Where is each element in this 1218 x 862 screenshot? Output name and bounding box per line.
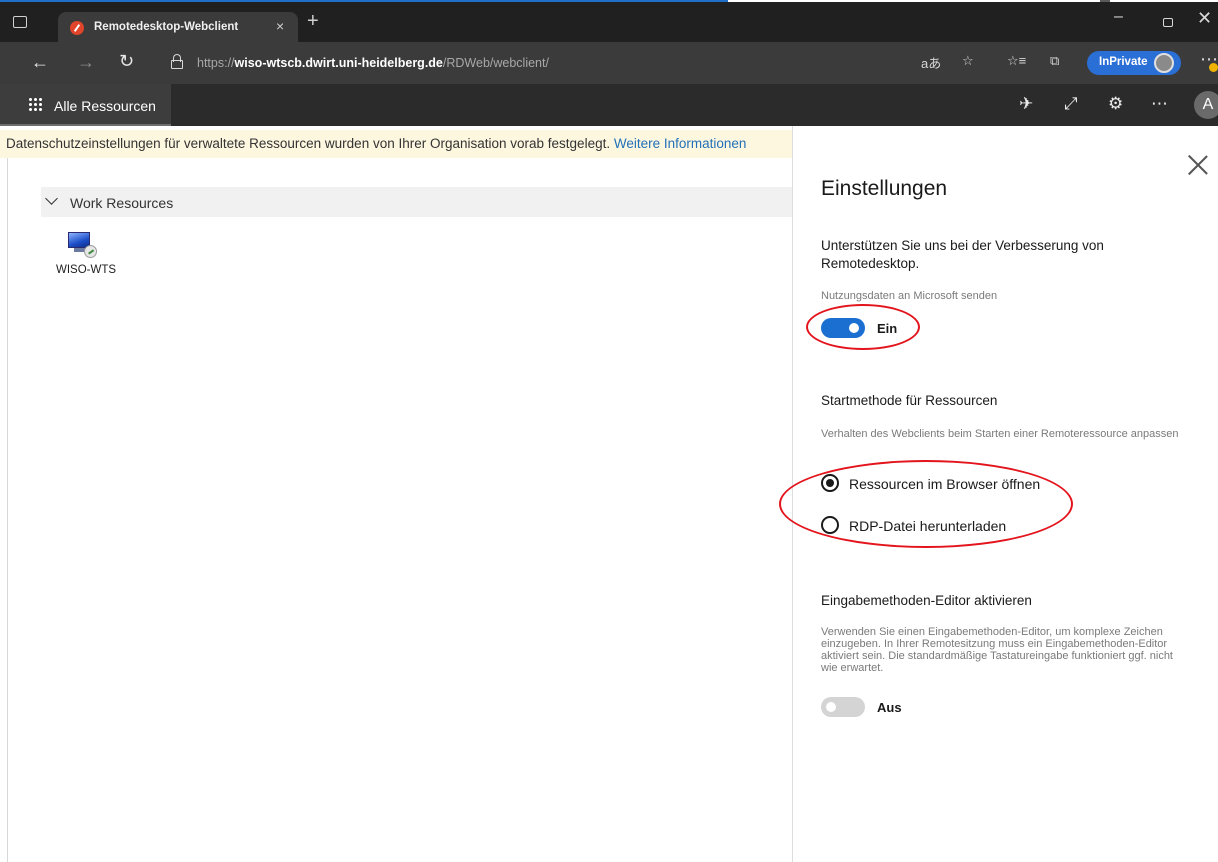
group-label: Work Resources (70, 195, 174, 211)
forward-arrow-icon[interactable]: → (77, 52, 95, 73)
more-info-link[interactable]: Weitere Informationen (614, 136, 747, 151)
tab-close-icon[interactable]: × (276, 18, 284, 34)
settings-panel: Einstellungen Unterstützen Sie uns bei d… (792, 126, 1218, 862)
window-minimize-icon[interactable]: – (1114, 8, 1123, 26)
address-bar[interactable]: https://wiso-wtscb.dwirt.uni-heidelberg.… (157, 49, 1187, 77)
resource-tile[interactable]: WISO-WTS (52, 228, 124, 288)
apps-grid-icon (28, 97, 42, 111)
work-resources-group-header[interactable]: Work Resources (41, 187, 792, 217)
settings-title: Einstellungen (821, 177, 948, 200)
open-in-browser-label[interactable]: Ressourcen im Browser öffnen (849, 476, 1040, 492)
open-in-browser-radio[interactable] (821, 474, 839, 492)
ime-toggle[interactable] (821, 697, 865, 717)
notification-badge-icon (1209, 63, 1218, 72)
launch-method-heading: Startmethode für Ressourcen (821, 393, 998, 408)
telemetry-heading: Unterstützen Sie uns bei der Verbesserun… (821, 238, 1104, 271)
browser-tab[interactable]: Remotedesktop-Webclient × (58, 12, 298, 44)
profile-avatar-icon (1154, 53, 1174, 73)
privacy-notice-banner: Datenschutzeinstellungen für verwaltete … (0, 130, 792, 158)
content-divider (7, 158, 8, 862)
lock-icon[interactable] (171, 54, 183, 69)
remote-desktop-favicon-icon (70, 21, 84, 35)
favorites-icon[interactable]: ☆≡ (1007, 53, 1026, 69)
window-maximize-icon[interactable] (1163, 18, 1173, 27)
new-tab-icon[interactable]: + (307, 11, 319, 31)
telemetry-toggle[interactable] (821, 318, 865, 338)
launch-method-description: Verhalten des Webclients beim Starten ei… (821, 428, 1179, 440)
refresh-icon[interactable]: ↻ (119, 51, 134, 72)
inprivate-label: InPrivate (1099, 56, 1148, 68)
download-rdp-radio[interactable] (821, 516, 839, 534)
privacy-notice-text: Datenschutzeinstellungen für verwaltete … (6, 136, 747, 151)
app-header: Alle Ressourcen ✈ ⤢ ⚙ ⋯ A (0, 84, 1218, 126)
all-resources-label: Alle Ressourcen (54, 98, 156, 114)
ime-toggle-label: Aus (877, 700, 902, 715)
chevron-down-icon[interactable] (45, 192, 58, 205)
url-text[interactable]: https://wiso-wtscb.dwirt.uni-heidelberg.… (197, 56, 549, 70)
read-aloud-icon[interactable]: aあ (921, 53, 941, 72)
collections-icon[interactable]: ⧉ (1050, 53, 1059, 69)
settings-gear-icon[interactable]: ⚙ (1108, 94, 1123, 114)
add-favorite-icon[interactable]: ☆ (962, 53, 974, 69)
screen: Remotedesktop-Webclient × + – ✕ ← → ↻ ht… (0, 0, 1218, 862)
tab-title: Remotedesktop-Webclient (94, 21, 239, 33)
all-resources-tab[interactable]: Alle Ressourcen (0, 84, 171, 126)
download-rdp-label[interactable]: RDP-Datei herunterladen (849, 518, 1006, 534)
inprivate-button[interactable]: InPrivate (1087, 51, 1181, 75)
ime-description: Verwenden Sie einen Eingabemethoden-Edit… (821, 626, 1173, 674)
telemetry-toggle-label: Ein (877, 321, 898, 336)
back-arrow-icon[interactable]: ← (31, 52, 49, 73)
browser-tab-bar: Remotedesktop-Webclient × + – ✕ (0, 2, 1218, 44)
fullscreen-icon[interactable]: ⤢ (1064, 94, 1078, 114)
resource-label: WISO-WTS (56, 264, 117, 276)
window-close-icon[interactable]: ✕ (1197, 8, 1212, 29)
telemetry-description: Nutzungsdaten an Microsoft senden (821, 290, 998, 302)
ime-heading: Eingabemethoden-Editor aktivieren (821, 593, 1032, 608)
more-options-icon[interactable]: ⋯ (1151, 94, 1168, 114)
unpin-icon[interactable]: ✈ (1019, 94, 1033, 114)
tab-actions-icon[interactable] (13, 16, 27, 28)
browser-toolbar: ← → ↻ https://wiso-wtscb.dwirt.uni-heide… (0, 42, 1218, 84)
remote-desktop-computer-icon (68, 232, 97, 258)
close-icon[interactable] (1187, 154, 1209, 176)
user-avatar[interactable]: A (1194, 91, 1218, 119)
